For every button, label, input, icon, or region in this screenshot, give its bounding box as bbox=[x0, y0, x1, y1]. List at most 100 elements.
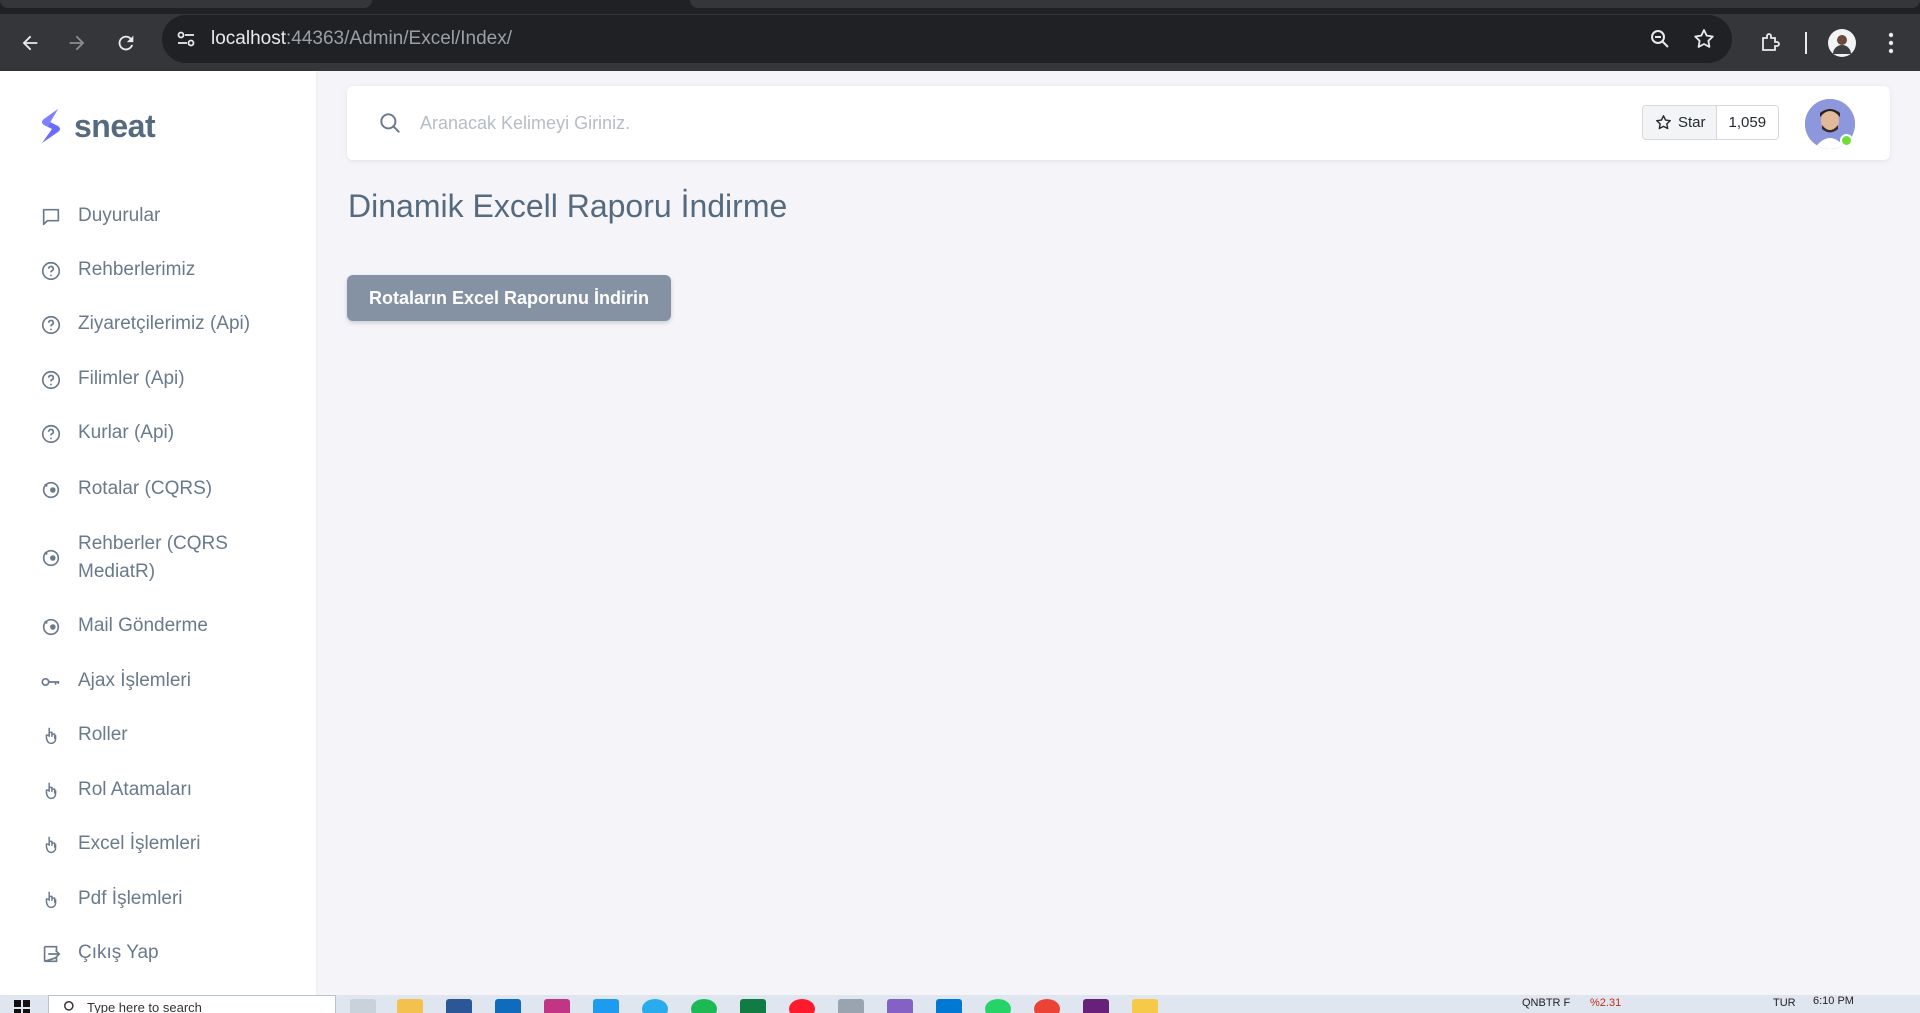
file-explorer-icon[interactable] bbox=[397, 999, 423, 1013]
excel-icon[interactable] bbox=[740, 999, 766, 1013]
extensions-button[interactable] bbox=[1755, 28, 1785, 58]
spotify-icon[interactable] bbox=[691, 999, 717, 1013]
menu-item-label: Rol Atamaları bbox=[78, 779, 193, 800]
menu-item-label: Mail Gönderme bbox=[78, 615, 208, 636]
more-vertical-icon bbox=[1888, 32, 1894, 54]
menu-item-label: Rehberler (CQRS MediatR) bbox=[78, 533, 228, 582]
key-icon bbox=[41, 677, 60, 687]
windows-start-icon[interactable] bbox=[14, 1000, 30, 1013]
menu-item-label: Duyurular bbox=[78, 205, 161, 226]
menu-item-label: Kurlar (Api) bbox=[78, 422, 175, 443]
hand-icon bbox=[45, 891, 57, 909]
outlook-icon[interactable] bbox=[495, 999, 521, 1013]
visual-studio-icon[interactable] bbox=[887, 999, 913, 1013]
taskbar-search-placeholder: Type here to search bbox=[87, 1000, 202, 1013]
online-status-dot bbox=[1840, 134, 1853, 147]
sticky-notes-icon[interactable] bbox=[1132, 999, 1158, 1013]
instagram-icon[interactable] bbox=[544, 999, 570, 1013]
sidebar: sneat Duyurular Rehberlerimiz Ziyaretçil… bbox=[0, 71, 316, 995]
menu-item-rotalar[interactable]: Rotalar (CQRS) bbox=[20, 478, 296, 503]
top-navbar: Star 1,059 bbox=[347, 86, 1890, 160]
site-info-icon[interactable] bbox=[174, 27, 198, 51]
clock-time[interactable]: 6:10 PM bbox=[1813, 995, 1854, 1007]
page-title: Dinamik Excell Raporu İndirme bbox=[348, 188, 788, 224]
menu-item-label: Excel İşlemleri bbox=[78, 833, 201, 854]
chrome-icon[interactable] bbox=[1034, 999, 1060, 1013]
menu-item-label: Rotalar (CQRS) bbox=[78, 478, 213, 499]
url-text[interactable]: localhost:44363/Admin/Excel/Index/ bbox=[211, 28, 512, 50]
visual-studio-2-icon[interactable] bbox=[1083, 999, 1109, 1013]
taskbar-search[interactable]: Type here to search bbox=[48, 995, 336, 1013]
menu-item-ziyaretcilerimiz[interactable]: Ziyaretçilerimiz (Api) bbox=[20, 313, 296, 338]
bookmark-star-icon[interactable] bbox=[1692, 27, 1716, 51]
hand-icon bbox=[45, 836, 57, 854]
notepad-icon[interactable] bbox=[838, 999, 864, 1013]
os-taskbar: Type here to search QNBTR F %2.31 TUR 6:… bbox=[0, 995, 1920, 1013]
menu-item-rehberlerimiz[interactable]: Rehberlerimiz bbox=[20, 259, 296, 284]
github-star-button[interactable]: Star 1,059 bbox=[1642, 105, 1780, 140]
menu-item-label: Ajax İşlemleri bbox=[78, 670, 191, 691]
help-circle-icon bbox=[41, 261, 61, 281]
chrome-menu-button[interactable] bbox=[1876, 28, 1906, 58]
search-icon bbox=[64, 1001, 74, 1011]
menu-item-roller[interactable]: Roller bbox=[20, 724, 296, 749]
menu-item-rol-atamalari[interactable]: Rol Atamaları bbox=[20, 779, 296, 804]
twitter-icon[interactable] bbox=[593, 999, 619, 1013]
menu-item-mail-gonderme[interactable]: Mail Gönderme bbox=[20, 615, 296, 640]
menu-item-kurlar[interactable]: Kurlar (Api) bbox=[20, 422, 296, 447]
menu-item-label: Çıkış Yap bbox=[78, 942, 159, 963]
mailchimp-icon bbox=[42, 549, 60, 567]
browser-toolbar: localhost:44363/Admin/Excel/Index/ bbox=[0, 14, 1920, 71]
arrow-left-icon bbox=[22, 35, 38, 51]
message-square-icon bbox=[42, 208, 60, 226]
menu-item-label: Filimler (Api) bbox=[78, 368, 185, 389]
brand-link[interactable]: sneat bbox=[38, 107, 156, 145]
browser-tab-strip bbox=[0, 0, 1920, 14]
url-host: localhost bbox=[211, 28, 286, 49]
mailchimp-icon bbox=[42, 481, 60, 499]
keyboard-language[interactable]: TUR bbox=[1773, 997, 1796, 1009]
vscode-icon[interactable] bbox=[936, 999, 962, 1013]
profile-avatar-icon bbox=[1828, 29, 1856, 57]
menu-item-cikis[interactable]: Çıkış Yap bbox=[20, 942, 296, 967]
menu-item-label: Ziyaretçilerimiz (Api) bbox=[78, 313, 251, 334]
forward-button[interactable] bbox=[62, 28, 92, 58]
whatsapp-icon[interactable] bbox=[985, 999, 1011, 1013]
browser-tab[interactable] bbox=[690, 0, 1920, 8]
store-icon[interactable] bbox=[446, 999, 472, 1013]
menu-item-pdf[interactable]: Pdf İşlemleri bbox=[20, 888, 296, 913]
star-count[interactable]: 1,059 bbox=[1716, 106, 1779, 139]
menu-item-rehberler-cqrs[interactable]: Rehberler (CQRS MediatR) bbox=[20, 533, 296, 586]
stock-ticker[interactable]: QNBTR F bbox=[1522, 997, 1570, 1009]
log-out-icon bbox=[43, 945, 61, 963]
help-circle-icon bbox=[41, 315, 61, 335]
back-button[interactable] bbox=[15, 28, 45, 58]
reload-button[interactable] bbox=[111, 28, 141, 58]
sneat-logo-icon bbox=[42, 109, 60, 143]
menu-item-ajax[interactable]: Ajax İşlemleri bbox=[20, 670, 296, 695]
star-icon bbox=[1656, 115, 1671, 130]
star-button[interactable]: Star bbox=[1643, 106, 1717, 139]
search-icon bbox=[380, 113, 400, 133]
help-circle-icon bbox=[41, 370, 61, 390]
search-input[interactable] bbox=[420, 107, 1320, 139]
arrow-right-icon bbox=[69, 35, 85, 51]
telegram-icon[interactable] bbox=[642, 999, 668, 1013]
menu-item-excel[interactable]: Excel İşlemleri bbox=[20, 833, 296, 858]
hand-icon bbox=[45, 727, 57, 745]
stock-change: %2.31 bbox=[1590, 997, 1622, 1009]
help-circle-icon bbox=[41, 424, 61, 444]
menu-item-filimler[interactable]: Filimler (Api) bbox=[20, 368, 296, 393]
hand-icon bbox=[45, 782, 57, 800]
download-excel-button[interactable]: Rotaların Excel Raporunu İndirin bbox=[347, 275, 671, 321]
task-view-icon[interactable] bbox=[350, 999, 376, 1013]
separator bbox=[1805, 32, 1807, 54]
zoom-icon[interactable] bbox=[1648, 27, 1672, 51]
menu-item-duyurular[interactable]: Duyurular bbox=[20, 205, 296, 230]
reload-icon bbox=[118, 35, 134, 51]
menu-item-label: Pdf İşlemleri bbox=[78, 888, 183, 909]
opera-icon[interactable] bbox=[789, 999, 815, 1013]
address-bar[interactable]: localhost:44363/Admin/Excel/Index/ bbox=[162, 15, 1732, 63]
profile-button[interactable] bbox=[1827, 28, 1857, 58]
browser-tab[interactable] bbox=[0, 0, 372, 8]
